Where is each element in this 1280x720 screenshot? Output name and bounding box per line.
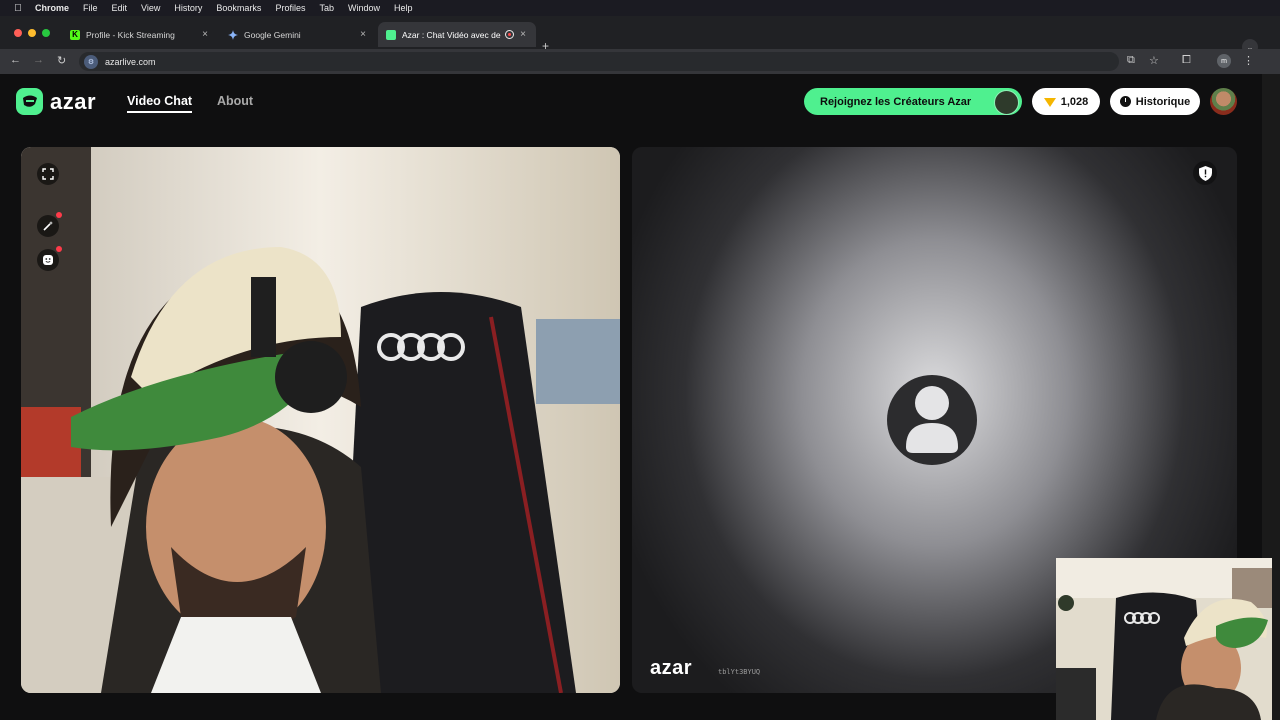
chrome-profile-avatar[interactable]: m xyxy=(1217,54,1231,68)
clock-icon xyxy=(1119,96,1131,107)
user-avatar[interactable] xyxy=(1210,88,1237,115)
extensions-icon[interactable]: ⧠ xyxy=(1182,54,1191,67)
menu-file[interactable]: File xyxy=(83,3,98,13)
local-camera-feed xyxy=(21,147,620,693)
address-bar[interactable]: ⚙ azarlive.com xyxy=(79,52,1119,71)
site-settings-icon[interactable]: ⚙ xyxy=(84,54,98,69)
menu-help[interactable]: Help xyxy=(394,3,413,13)
fullscreen-button[interactable] xyxy=(37,163,59,185)
history-label: Historique xyxy=(1135,95,1191,108)
bookmark-star-icon[interactable]: ☆ xyxy=(1149,54,1159,67)
azar-logo[interactable]: azar xyxy=(16,88,96,115)
reload-icon[interactable]: ↻ xyxy=(57,54,66,67)
window-close-button[interactable] xyxy=(14,29,22,37)
tab-strip: K Profile - Kick Streaming × Google Gemi… xyxy=(0,16,1280,55)
menu-tab[interactable]: Tab xyxy=(319,3,334,13)
tab-title: Google Gemini xyxy=(244,29,301,40)
browser-toolbar: ← → ↻ ⚙ azarlive.com ⧉ ☆ ⧠ m ⋮ xyxy=(0,49,1280,74)
tab-kick[interactable]: K Profile - Kick Streaming × xyxy=(62,22,218,47)
apple-icon[interactable]:  xyxy=(13,3,23,14)
tab-close-icon[interactable]: × xyxy=(518,29,528,40)
magic-wand-icon xyxy=(43,221,53,231)
tab-title: Profile - Kick Streaming xyxy=(86,29,175,40)
report-button[interactable] xyxy=(1193,161,1217,185)
url-text: azarlive.com xyxy=(105,56,156,67)
forward-icon[interactable]: → xyxy=(33,54,44,66)
macos-menubar:  Chrome File Edit View History Bookmark… xyxy=(0,0,1280,16)
shield-icon xyxy=(1198,165,1212,181)
notification-dot xyxy=(56,212,62,218)
tab-close-icon[interactable]: × xyxy=(358,29,368,40)
menu-history[interactable]: History xyxy=(174,3,202,13)
azar-logo-icon xyxy=(16,88,43,115)
gems-count: 1,028 xyxy=(1060,95,1089,108)
menu-bookmarks[interactable]: Bookmarks xyxy=(216,3,261,13)
smiley-icon xyxy=(43,255,53,265)
join-creators-label: Rejoignez les Créateurs Azar xyxy=(820,95,972,108)
menu-view[interactable]: View xyxy=(141,3,160,13)
join-creators-button[interactable]: Rejoignez les Créateurs Azar xyxy=(804,88,1022,115)
menu-edit[interactable]: Edit xyxy=(112,3,128,13)
azar-icon xyxy=(386,29,396,40)
stickers-button[interactable] xyxy=(37,246,62,271)
window-zoom-button[interactable] xyxy=(42,29,50,37)
menu-profiles[interactable]: Profiles xyxy=(275,3,305,13)
tab-gemini[interactable]: Google Gemini × xyxy=(220,22,376,47)
window-minimize-button[interactable] xyxy=(28,29,36,37)
gemini-icon xyxy=(228,29,238,40)
gems-balance-button[interactable]: 1,028 xyxy=(1032,88,1100,115)
install-app-icon[interactable]: ⧉ xyxy=(1127,54,1135,67)
tab-title: Azar : Chat Vidéo avec de xyxy=(402,29,501,40)
effects-button[interactable] xyxy=(37,212,62,237)
session-code: tblYt3BYUQ xyxy=(718,668,761,676)
expand-icon xyxy=(42,168,54,180)
notification-dot xyxy=(56,246,62,252)
history-button[interactable]: Historique xyxy=(1110,88,1200,115)
nav-about[interactable]: About xyxy=(217,94,253,108)
chrome-menu-icon[interactable]: ⋮ xyxy=(1243,54,1254,67)
azar-watermark: azar xyxy=(650,657,693,679)
streamer-webcam-overlay xyxy=(1056,558,1272,720)
local-video xyxy=(21,147,620,693)
menu-app-chrome[interactable]: Chrome xyxy=(35,3,69,13)
webcam-feed xyxy=(1056,558,1272,720)
creators-badge-icon xyxy=(994,90,1019,115)
menu-window[interactable]: Window xyxy=(348,3,380,13)
tab-close-icon[interactable]: × xyxy=(200,29,210,40)
logo-wordmark: azar xyxy=(50,88,97,114)
user-placeholder-icon xyxy=(887,375,977,465)
nav-video-chat[interactable]: Video Chat xyxy=(127,94,193,113)
kick-favicon-icon: K xyxy=(70,29,80,40)
back-icon[interactable]: ← xyxy=(10,54,21,66)
recording-indicator-icon xyxy=(505,30,514,39)
tab-azar[interactable]: Azar : Chat Vidéo avec de × xyxy=(378,22,536,47)
gem-icon xyxy=(1043,98,1056,107)
